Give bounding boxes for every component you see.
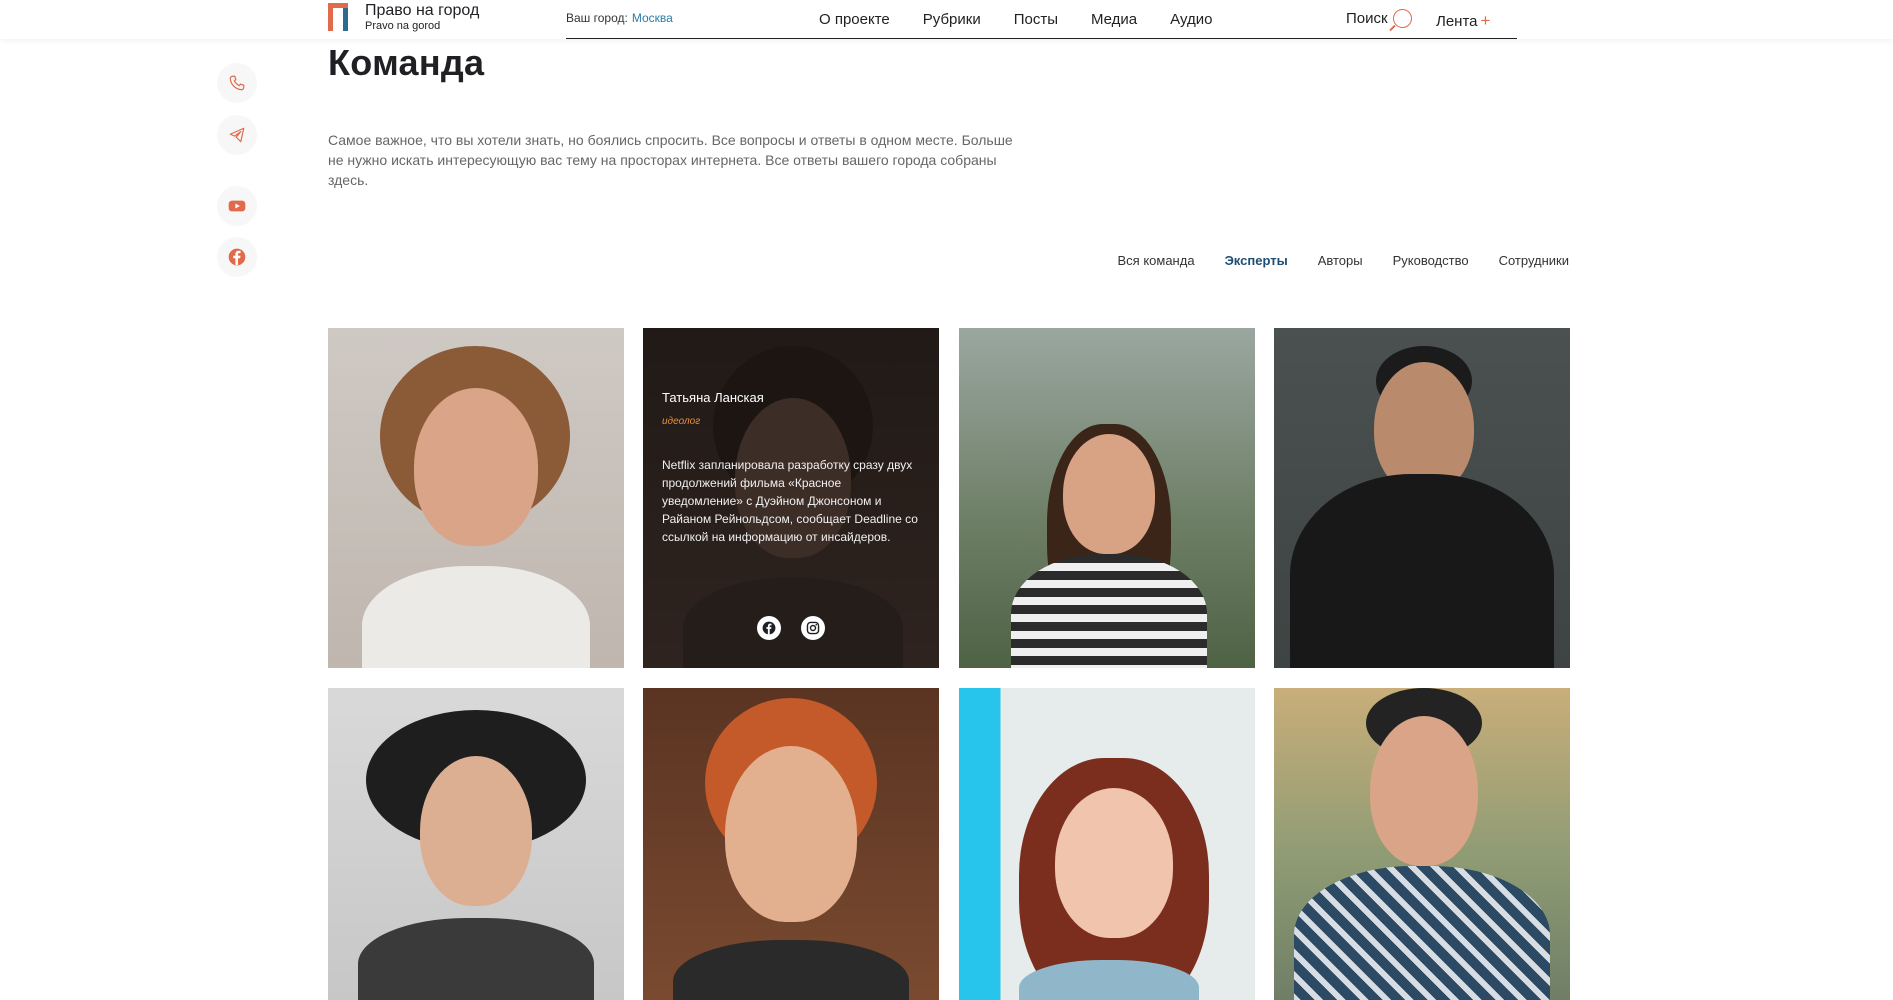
member-role: идеолог (662, 416, 701, 427)
youtube-button[interactable] (217, 186, 257, 226)
nav-item-about[interactable]: О проекте (819, 11, 890, 28)
nav-item-audio[interactable]: Аудио (1170, 11, 1212, 28)
telegram-button[interactable] (217, 115, 257, 155)
member-photo (1274, 688, 1570, 1000)
youtube-icon (228, 200, 246, 212)
member-info-overlay: Татьяна Ланская идеолог Netflix запланир… (643, 328, 939, 668)
main-nav: О проекте Рубрики Посты Медиа Аудио (819, 11, 1245, 28)
member-name: Татьяна Ланская (662, 390, 764, 405)
team-member-card[interactable] (1274, 688, 1570, 1000)
member-photo (328, 688, 624, 1000)
team-member-card[interactable] (643, 688, 939, 1000)
feed-label: Лента (1436, 13, 1478, 30)
nav-item-posts[interactable]: Посты (1014, 11, 1058, 28)
logo-subtitle: Pravo na gorod (365, 19, 441, 32)
telegram-icon (229, 127, 245, 143)
nav-item-media[interactable]: Медиа (1091, 11, 1137, 28)
search-icon (1392, 9, 1412, 28)
tab-authors[interactable]: Авторы (1318, 253, 1363, 268)
member-photo (959, 328, 1255, 668)
team-filter-tabs: Вся команда Эксперты Авторы Руководство … (1088, 253, 1570, 268)
tab-experts[interactable]: Эксперты (1225, 253, 1288, 268)
team-member-card[interactable] (328, 328, 624, 668)
team-member-card[interactable] (328, 688, 624, 1000)
member-bio: Netflix запланировала разработку сразу д… (662, 458, 918, 544)
member-photo (959, 688, 1255, 1000)
tab-management[interactable]: Руководство (1393, 253, 1469, 268)
site-header: Право на город Pravo na gorod Ваш город:… (0, 0, 1893, 39)
feed-button[interactable]: Лента + (1436, 11, 1490, 31)
member-photo (328, 328, 624, 668)
city-label: Ваш город: (566, 11, 628, 25)
member-photo (1274, 328, 1570, 668)
page-title: Команда (328, 42, 485, 83)
search-button[interactable]: Поиск (1346, 9, 1412, 28)
tab-all-team[interactable]: Вся команда (1118, 253, 1195, 268)
phone-icon (229, 75, 245, 91)
phone-button[interactable] (217, 63, 257, 103)
plus-icon: + (1480, 11, 1491, 30)
member-facebook-link[interactable] (757, 616, 781, 640)
facebook-icon (762, 621, 776, 635)
logo-mark-icon (328, 3, 348, 31)
city-selector[interactable]: Ваш город: Москва (566, 11, 673, 25)
city-name-link[interactable]: Москва (632, 11, 673, 25)
logo-title: Право на город (365, 1, 480, 19)
header-divider (566, 38, 1517, 39)
member-instagram-link[interactable] (801, 616, 825, 640)
team-member-card[interactable] (959, 328, 1255, 668)
search-label: Поиск (1346, 10, 1388, 27)
member-photo (643, 688, 939, 1000)
nav-item-rubrics[interactable]: Рубрики (923, 11, 981, 28)
logo[interactable]: Право на город Pravo na gorod (328, 2, 479, 32)
team-member-card[interactable] (1274, 328, 1570, 668)
facebook-icon (228, 248, 246, 266)
instagram-icon (806, 621, 820, 635)
team-member-card[interactable] (959, 688, 1255, 1000)
facebook-button[interactable] (217, 237, 257, 277)
tab-staff[interactable]: Сотрудники (1499, 253, 1569, 268)
team-member-card-highlighted[interactable]: Татьяна Ланская идеолог Netflix запланир… (643, 328, 939, 668)
logo-text: Право на город Pravo na gorod (365, 2, 479, 33)
page-intro: Самое важное, что вы хотели знать, но бо… (328, 132, 1013, 188)
